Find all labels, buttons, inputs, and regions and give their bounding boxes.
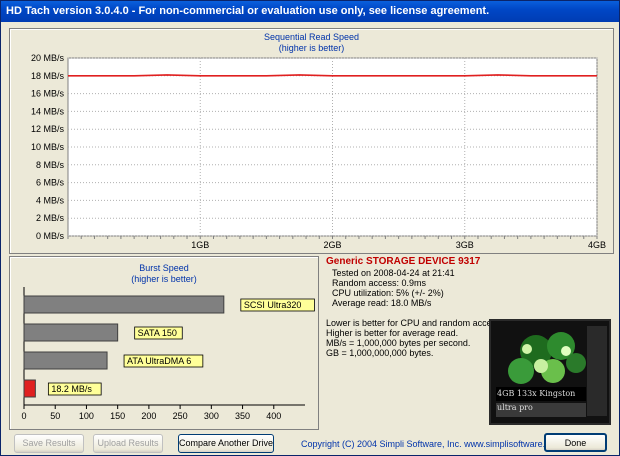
read-y-tick-label: 16 MB/s <box>31 89 65 99</box>
burst-speed-panel: Burst Speed (higher is better) 0 50 100 150… <box>9 256 319 430</box>
upload-results-button[interactable]: Upload Results <box>93 434 163 453</box>
done-button[interactable]: Done <box>544 433 607 452</box>
note-higher-better: Higher is better for average read. <box>326 328 459 338</box>
window-title: HD Tach version 3.0.4.0 - For non-commer… <box>6 5 490 17</box>
burst-x-tick-label: 100 <box>79 411 94 421</box>
average-read: Average read: 18.0 MB/s <box>332 298 432 308</box>
read-x-tick-label: 3GB <box>456 240 474 250</box>
burst-bar <box>23 323 119 342</box>
burst-bar <box>23 295 225 314</box>
copyright-text: Copyright (C) 2004 Simpli Software, Inc.… <box>301 439 563 449</box>
read-x-tick-label: 2GB <box>323 240 341 250</box>
read-x-tick-label: 1GB <box>191 240 209 250</box>
burst-bar-label: SATA 150 <box>138 328 177 338</box>
tested-date: Tested on 2008-04-24 at 21:41 <box>332 268 455 278</box>
read-y-tick-label: 4 MB/s <box>36 195 65 205</box>
read-y-tick-label: 18 MB/s <box>31 71 65 81</box>
random-access: Random access: 0.9ms <box>332 278 427 288</box>
read-y-tick-label: 10 MB/s <box>31 142 65 152</box>
read-y-tick-label: 20 MB/s <box>31 53 65 63</box>
burst-speed-chart: 0 50 100 150 200 250 300 350 400 SCSI Ultra320 SAT… <box>21 287 315 421</box>
burst-bar <box>23 379 36 398</box>
photo-caption: 4GB 133x Kingston ultra pro <box>497 389 576 412</box>
note-lower-better: Lower is better for CPU and random acces… <box>326 318 504 328</box>
burst-x-tick-label: 50 <box>50 411 60 421</box>
burst-x-tick-label: 350 <box>235 411 250 421</box>
burst-x-tick-label: 400 <box>266 411 281 421</box>
read-y-tick-label: 6 MB/s <box>36 178 65 188</box>
compare-another-drive-button[interactable]: Compare Another Drive <box>178 434 274 453</box>
read-y-tick-label: 14 MB/s <box>31 106 65 116</box>
burst-bar-label: 18.2 MB/s <box>51 384 92 394</box>
note-mbs-def: MB/s = 1,000,000 bytes per second. <box>326 338 471 348</box>
burst-x-tick-label: 150 <box>110 411 125 421</box>
cpu-utilization: CPU utilization: 5% (+/- 2%) <box>332 288 444 298</box>
burst-x-tick-label: 250 <box>173 411 188 421</box>
burst-x-tick-label: 300 <box>204 411 219 421</box>
burst-bar <box>23 351 108 370</box>
read-speed-panel: Sequential Read Speed (higher is better)… <box>9 28 614 254</box>
burst-bar-label: ATA UltraDMA 6 <box>127 356 191 366</box>
device-name: Generic STORAGE DEVICE 9317 <box>326 256 481 267</box>
read-y-tick-label: 12 MB/s <box>31 124 65 134</box>
read-speed-line <box>68 74 597 77</box>
read-y-tick-label: 2 MB/s <box>36 213 65 223</box>
read-x-tick-label: 4GB <box>588 240 606 250</box>
read-y-tick-label: 0 MB/s <box>36 231 65 241</box>
note-gb-def: GB = 1,000,000,000 bytes. <box>326 348 434 358</box>
burst-x-tick-label: 0 <box>21 411 26 421</box>
save-results-button[interactable]: Save Results <box>14 434 84 453</box>
device-photo: 4GB 133x Kingston ultra pro <box>489 319 611 425</box>
app-window: HD Tach version 3.0.4.0 - For non-commer… <box>0 0 620 456</box>
title-bar: HD Tach version 3.0.4.0 - For non-commer… <box>1 1 619 22</box>
burst-bar-label: SCSI Ultra320 <box>244 300 302 310</box>
read-speed-chart: 0 MB/s 2 MB/s 4 MB/s 6 MB/s 8 MB/s 10 MB/s 12 … <box>31 53 606 250</box>
burst-x-tick-label: 200 <box>141 411 156 421</box>
read-y-tick-label: 8 MB/s <box>36 160 65 170</box>
